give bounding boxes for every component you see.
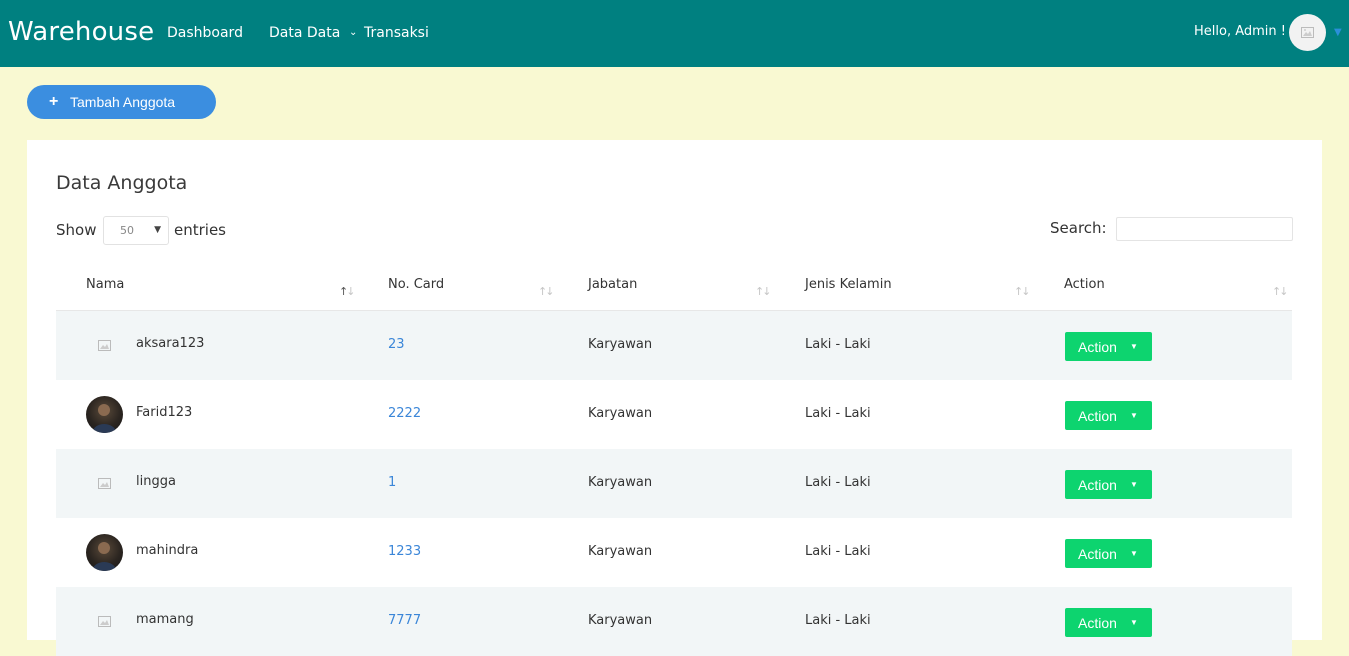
image-placeholder-icon [98,340,111,351]
avatar [86,534,123,571]
action-label: Action [1078,339,1117,355]
table-row: mahindra 1233 Karyawan Laki - Laki Actio… [56,518,1292,587]
chevron-down-icon[interactable]: ⌄ [349,25,357,41]
member-gender: Laki - Laki [805,544,871,559]
top-navbar: Warehouse Dashboard Data Data ⌄ Transaks… [0,0,1349,67]
member-name: lingga [136,474,176,489]
member-name: mahindra [136,543,199,558]
plus-icon: + [49,93,59,110]
table-row: mamang 7777 Karyawan Laki - Laki Action … [56,587,1292,656]
page-size-select[interactable]: 50 ▼ [103,216,169,245]
add-member-button[interactable]: + Tambah Anggota [27,85,216,119]
member-gender: Laki - Laki [805,613,871,628]
avatar [86,327,123,364]
card-number-link[interactable]: 2222 [388,405,421,423]
user-avatar[interactable] [1289,14,1326,51]
image-placeholder-icon [98,478,111,489]
member-name: mamang [136,612,194,627]
sort-icon[interactable]: ↑↓ [1272,285,1289,299]
action-dropdown-button[interactable]: Action ▼ [1065,470,1152,499]
sort-asc-icon[interactable]: ↑↓ [339,285,356,299]
table-header: Nama ↑↓ No. Card ↑↓ Jabatan ↑↓ Jenis Kel… [56,260,1292,311]
sort-icon[interactable]: ↑↓ [755,285,772,299]
show-label: Show [56,221,97,239]
user-photo-icon [92,404,117,433]
action-dropdown-button[interactable]: Action ▼ [1065,332,1152,361]
member-position: Karyawan [588,475,653,490]
caret-down-icon: ▼ [1130,411,1138,420]
avatar [86,396,123,433]
brand-logo[interactable]: Warehouse [8,15,154,49]
entries-label: entries [174,221,226,239]
sort-icon[interactable]: ↑↓ [1014,285,1031,299]
add-member-label: Tambah Anggota [70,94,176,110]
table-row: Farid123 2222 Karyawan Laki - Laki Actio… [56,380,1292,449]
image-placeholder-icon [1301,27,1314,38]
members-card: Data Anggota Show 50 ▼ entries Search: N… [27,140,1322,656]
nav-data-data[interactable]: Data Data [269,23,340,43]
card-number-link[interactable]: 7777 [388,612,421,630]
caret-down-icon: ▼ [1130,618,1138,627]
search-label: Search: [1050,219,1107,237]
action-label: Action [1078,546,1117,562]
user-greeting[interactable]: Hello, Admin ! [1194,22,1286,42]
user-menu-chevron-icon[interactable]: ▼ [1334,26,1342,40]
table-row: aksara123 23 Karyawan Laki - Laki Action… [56,311,1292,380]
table-row: lingga 1 Karyawan Laki - Laki Action ▼ [56,449,1292,518]
action-label: Action [1078,477,1117,493]
member-position: Karyawan [588,406,653,421]
image-placeholder-icon [98,616,111,627]
member-name: Farid123 [136,405,193,420]
card-number-link[interactable]: 1 [388,474,396,492]
action-label: Action [1078,408,1117,424]
action-dropdown-button[interactable]: Action ▼ [1065,608,1152,637]
member-name: aksara123 [136,336,205,351]
avatar [86,603,123,640]
action-dropdown-button[interactable]: Action ▼ [1065,401,1152,430]
action-dropdown-button[interactable]: Action ▼ [1065,539,1152,568]
card-number-link[interactable]: 1233 [388,543,421,561]
caret-down-icon: ▼ [1130,549,1138,558]
column-header-jenis-kelamin[interactable]: Jenis Kelamin [805,276,892,294]
column-header-no-card[interactable]: No. Card [388,276,444,294]
member-gender: Laki - Laki [805,337,871,352]
user-photo-icon [92,542,117,571]
column-header-nama[interactable]: Nama [86,276,124,294]
nav-dashboard[interactable]: Dashboard [167,23,243,43]
avatar [86,465,123,502]
card-title: Data Anggota [56,172,188,194]
action-label: Action [1078,615,1117,631]
page-size-value: 50 [120,224,134,237]
member-gender: Laki - Laki [805,406,871,421]
caret-down-icon: ▼ [1130,342,1138,351]
member-gender: Laki - Laki [805,475,871,490]
caret-down-icon: ▼ [1130,480,1138,489]
column-header-action[interactable]: Action [1064,276,1105,294]
column-header-jabatan[interactable]: Jabatan [588,276,637,294]
sort-icon[interactable]: ↑↓ [538,285,555,299]
card-number-link[interactable]: 23 [388,336,405,354]
nav-transaksi[interactable]: Transaksi [364,23,429,43]
select-arrow-icon: ▼ [154,225,161,235]
member-position: Karyawan [588,337,653,352]
search-input[interactable] [1116,217,1293,241]
member-position: Karyawan [588,613,653,628]
member-position: Karyawan [588,544,653,559]
